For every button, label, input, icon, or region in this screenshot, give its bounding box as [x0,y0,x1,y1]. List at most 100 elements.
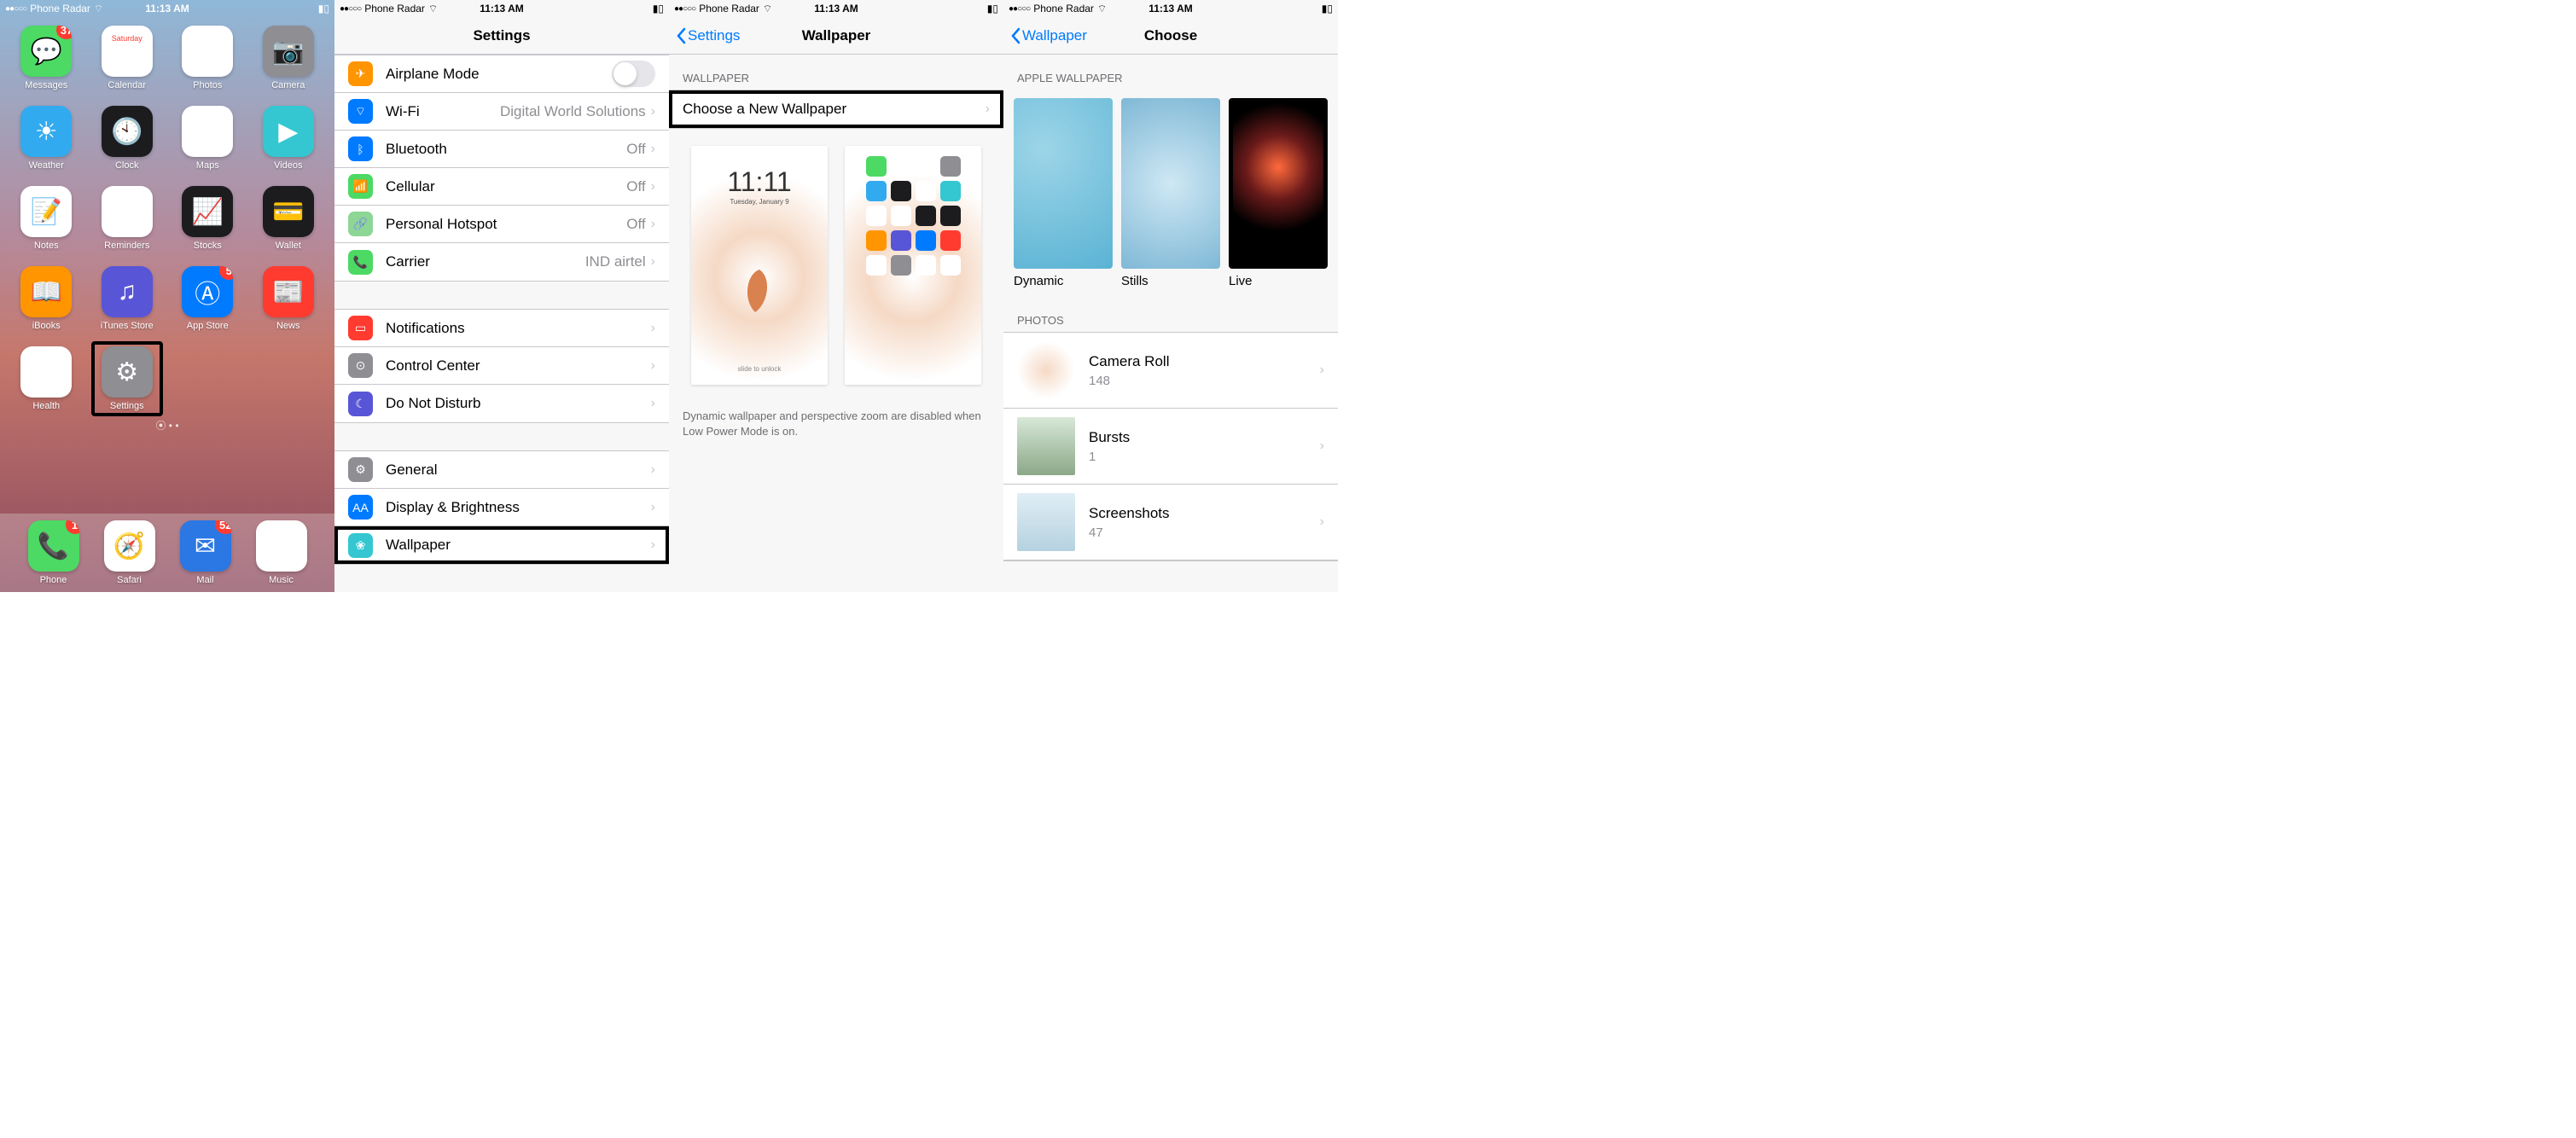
app-camera[interactable]: 📷Camera [258,26,320,90]
chevron-right-icon: › [986,102,990,117]
mini-app-icon [866,230,887,251]
app-health[interactable]: ♥Health [15,346,78,411]
messages-icon: 💬37 [20,26,72,77]
ibooks-icon: 📖 [20,266,72,317]
album-screenshots[interactable]: Screenshots47› [1003,485,1338,560]
lock-date: Tuesday, January 9 [730,198,788,206]
page-indicator[interactable]: ⦿ • • [0,418,334,433]
wifi-icon: ⌔ [428,3,438,15]
app-phone[interactable]: 📞1Phone [28,520,79,585]
cell-value: Off [626,216,645,233]
app-weather[interactable]: ☀Weather [15,106,78,171]
app-label: iTunes Store [101,321,154,331]
mini-app-icon [891,206,911,226]
cell-label: Cellular [386,178,626,195]
mini-app-icon [866,181,887,201]
calendar-icon: Saturday24 [102,26,153,77]
clock-icon: 🕙 [102,106,153,157]
chevron-right-icon: › [1320,363,1324,378]
album-camera-roll[interactable]: Camera Roll148› [1003,333,1338,409]
app-news[interactable]: 📰News [258,266,320,331]
wallpaper-type-stills[interactable]: Stills [1121,98,1220,288]
general-icon: ⚙ [348,457,373,482]
cell-label: Do Not Disturb [386,395,651,412]
app-maps[interactable]: 🗺Maps [177,106,239,171]
app-itunes-store[interactable]: ♫iTunes Store [96,266,159,331]
cell-cellular[interactable]: 📶CellularOff› [334,168,669,206]
chevron-right-icon: › [1320,514,1324,530]
mini-app-icon [866,255,887,276]
album-title: Bursts [1089,429,1130,446]
settings-icon: ⚙ [102,346,153,398]
app-mail[interactable]: ✉52Mail [180,520,231,585]
lock-screen-preview[interactable]: 11:11 Tuesday, January 9 slide to unlock [691,146,828,385]
nav-bar: Wallpaper Choose [1003,17,1338,55]
app-videos[interactable]: ▶Videos [258,106,320,171]
home-screen-preview[interactable] [845,146,981,385]
wifi-icon: ⌔ [763,3,772,15]
cell-wallpaper[interactable]: ❀Wallpaper› [334,526,669,564]
wallpaper-type-dynamic[interactable]: Dynamic [1014,98,1113,288]
app-label: Music [269,575,294,585]
cell-display[interactable]: AADisplay & Brightness› [334,489,669,526]
battery-icon: ▮▯ [653,3,664,15]
cell-bluetooth[interactable]: ᛒBluetoothOff› [334,131,669,168]
app-wallet[interactable]: 💳Wallet [258,186,320,251]
cell-carrier[interactable]: 📞CarrierIND airtel› [334,243,669,281]
chevron-right-icon: › [651,396,655,411]
chevron-right-icon: › [651,321,655,336]
cell-label: General [386,462,651,479]
cell-airplane-mode[interactable]: ✈Airplane Mode [334,55,669,93]
cell-control-center[interactable]: ⊙Control Center› [334,347,669,385]
carrier-icon: 📞 [348,250,373,275]
back-button[interactable]: Settings [676,27,740,44]
wifi-icon: ⌔ [94,3,103,15]
app-safari[interactable]: 🧭Safari [104,520,155,585]
cell-general[interactable]: ⚙General› [334,451,669,489]
videos-icon: ▶ [263,106,314,157]
album-bursts[interactable]: Bursts1› [1003,409,1338,485]
wifi-icon: ⌔ [348,99,373,124]
stills-thumb [1121,98,1220,269]
app-label: Maps [196,160,219,171]
app-label: Health [32,401,60,411]
app-settings[interactable]: ⚙Settings [91,341,164,416]
app-ibooks[interactable]: 📖iBooks [15,266,78,331]
battery-icon: ▮▯ [318,3,329,15]
carrier-label: Phone Radar [30,3,90,15]
cell-hotspot[interactable]: 🔗Personal HotspotOff› [334,206,669,243]
stocks-icon: 📈 [182,186,233,237]
carrier-label: Phone Radar [699,3,759,15]
app-stocks[interactable]: 📈Stocks [177,186,239,251]
cell-notifications[interactable]: ▭Notifications› [334,310,669,347]
app-label: Weather [29,160,64,171]
app-photos[interactable]: ❀Photos [177,26,239,90]
app-messages[interactable]: 💬37Messages [15,26,78,90]
cell-label: Display & Brightness [386,499,651,516]
wallpaper-type-label: Stills [1121,274,1220,288]
carrier-label: Phone Radar [364,3,425,15]
mini-app-icon [866,156,887,177]
cell-dnd[interactable]: ☾Do Not Disturb› [334,385,669,422]
chevron-right-icon: › [651,142,655,157]
cell-wifi[interactable]: ⌔Wi-FiDigital World Solutions› [334,93,669,131]
back-button[interactable]: Wallpaper [1010,27,1087,44]
app-notes[interactable]: 📝Notes [15,186,78,251]
app-reminders[interactable]: ☰Reminders [96,186,159,251]
app-app-store[interactable]: Ⓐ5App Store [177,266,239,331]
chevron-right-icon: › [651,104,655,119]
display-icon: AA [348,495,373,520]
choose-new-wallpaper-cell[interactable]: Choose a New Wallpaper › [669,90,1003,128]
notes-icon: 📝 [20,186,72,237]
camera-icon: 📷 [263,26,314,77]
chevron-right-icon: › [651,358,655,374]
safari-icon: 🧭 [104,520,155,572]
app-calendar[interactable]: Saturday24Calendar [96,26,159,90]
app-clock[interactable]: 🕙Clock [96,106,159,171]
app-music[interactable]: ♪Music [256,520,307,585]
airplane-mode-icon: ✈ [348,61,373,86]
wallpaper-type-live[interactable]: Live [1229,98,1328,288]
cell-label: Wi-Fi [386,103,500,120]
toggle-switch[interactable] [612,61,655,87]
cellular-icon: 📶 [348,174,373,199]
